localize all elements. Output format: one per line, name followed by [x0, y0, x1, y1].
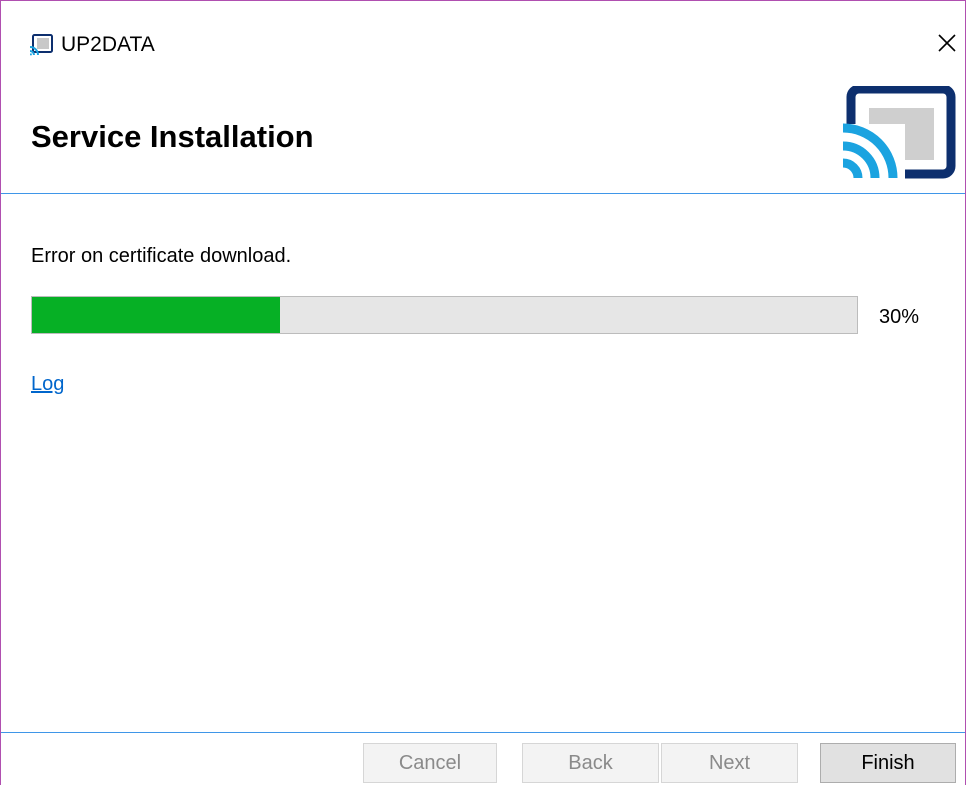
next-button[interactable]: Next: [661, 743, 798, 783]
title-bar: UP2DATA: [1, 1, 965, 63]
page-header: Service Installation: [1, 63, 965, 193]
window-title: UP2DATA: [61, 33, 155, 56]
close-icon[interactable]: [931, 27, 963, 59]
installer-window: UP2DATA Service Installation Error on ce…: [0, 0, 966, 785]
cancel-button[interactable]: Cancel: [363, 743, 497, 783]
header-divider: [1, 193, 965, 194]
finish-button[interactable]: Finish: [820, 743, 956, 783]
back-button[interactable]: Back: [522, 743, 659, 783]
cast-icon: [29, 34, 53, 56]
page-title: Service Installation: [31, 119, 314, 154]
button-bar: Cancel Back Next Finish: [1, 733, 965, 786]
log-link[interactable]: Log: [31, 373, 64, 396]
progress-bar: [31, 296, 858, 334]
progress-bar-fill: [32, 297, 280, 333]
status-message: Error on certificate download.: [31, 245, 292, 267]
cast-logo-icon: [839, 86, 956, 181]
progress-percent: 30%: [879, 306, 920, 328]
